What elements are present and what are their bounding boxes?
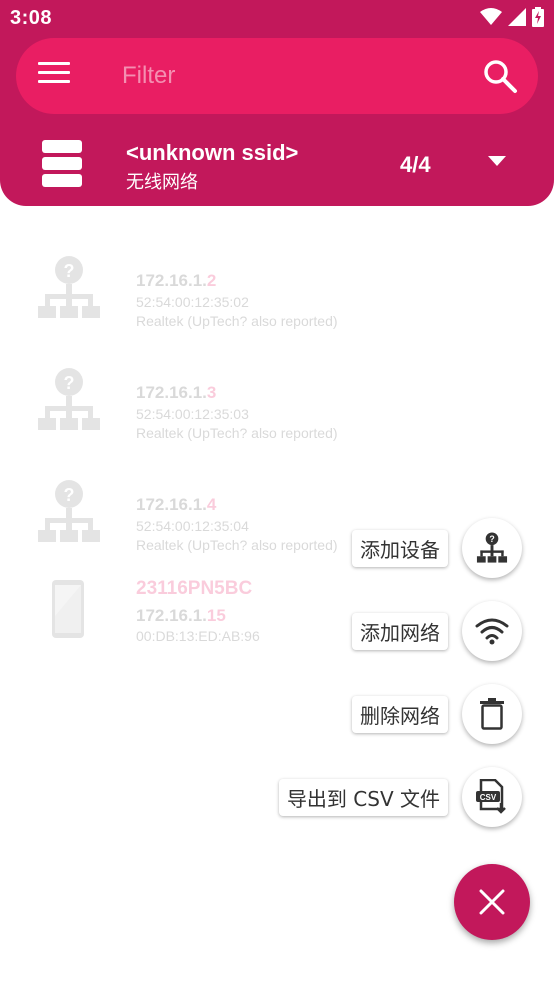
device-mac: 52:54:00:12:35:04 — [136, 518, 249, 534]
close-icon — [479, 889, 505, 915]
csv-file-icon: CSV — [476, 779, 506, 814]
network-count: 4/4 — [400, 152, 431, 177]
device-mac: 52:54:00:12:35:02 — [136, 294, 249, 310]
svg-text:?: ? — [489, 534, 494, 544]
device-mac: 52:54:00:12:35:03 — [136, 406, 249, 422]
status-time: 3:08 — [10, 7, 53, 29]
device-ip: 172.16.1.4 — [136, 495, 217, 514]
device-vendor: Realtek (UpTech? also reported) — [136, 425, 338, 441]
svg-text:?: ? — [64, 485, 75, 505]
status-bar: 3:08 — [0, 0, 554, 38]
status-icons — [480, 7, 544, 27]
device-mac: 00:DB:13:ED:AB:96 — [136, 628, 260, 644]
delete-network-label[interactable]: 删除网络 — [352, 695, 448, 733]
add-network-label[interactable]: 添加网络 — [352, 612, 448, 650]
device-ip: 172.16.1.2 — [136, 271, 217, 290]
network-type: 无线网络 — [126, 172, 198, 192]
device-hostname: 23116PN5BC — [136, 578, 253, 599]
menu-icon[interactable] — [38, 62, 70, 90]
delete-network-button[interactable] — [462, 684, 522, 744]
wifi-signal-icon — [480, 8, 502, 25]
device-ip: 172.16.1.15 — [136, 606, 226, 625]
svg-text:CSV: CSV — [480, 793, 497, 802]
device-row[interactable]: ? 172.16.1.2 52:54:00:12:35:02 Realtek (… — [0, 240, 554, 352]
network-ssid: <unknown ssid> — [126, 140, 299, 165]
search-icon[interactable] — [482, 58, 518, 94]
network-device-icon: ? — [476, 532, 508, 563]
filter-input[interactable] — [122, 56, 442, 96]
export-csv-action: 导出到 CSV 文件 CSV — [278, 767, 522, 827]
trash-icon — [480, 698, 504, 730]
delete-network-action: 删除网络 — [352, 684, 522, 744]
unknown-network-device-icon: ? — [38, 368, 100, 430]
add-network-button[interactable] — [462, 601, 522, 661]
app-header: 3:08 <unknown ssid> — [0, 0, 554, 206]
device-row[interactable]: ? 172.16.1.3 52:54:00:12:35:03 Realtek (… — [0, 352, 554, 464]
dropdown-arrow-icon[interactable] — [488, 156, 506, 166]
export-csv-button[interactable]: CSV — [462, 767, 522, 827]
server-icon — [42, 140, 82, 187]
unknown-network-device-icon: ? — [38, 480, 100, 542]
battery-charging-icon — [532, 7, 544, 27]
unknown-network-device-icon: ? — [38, 256, 100, 318]
phone-icon — [52, 580, 84, 638]
network-selector[interactable]: <unknown ssid> 无线网络 4/4 — [0, 130, 554, 200]
svg-text:?: ? — [64, 261, 75, 281]
add-device-action: 添加设备 ? — [352, 518, 522, 578]
svg-text:?: ? — [64, 373, 75, 393]
search-bar — [16, 38, 538, 114]
device-vendor: Realtek (UpTech? also reported) — [136, 313, 338, 329]
device-ip: 172.16.1.3 — [136, 383, 217, 402]
add-network-action: 添加网络 — [352, 601, 522, 661]
cell-signal-icon — [508, 8, 526, 26]
export-csv-label[interactable]: 导出到 CSV 文件 — [278, 778, 448, 816]
add-device-label[interactable]: 添加设备 — [352, 529, 448, 567]
close-menu-button[interactable] — [454, 864, 530, 940]
wifi-icon — [475, 618, 509, 645]
add-device-button[interactable]: ? — [462, 518, 522, 578]
device-vendor: Realtek (UpTech? also reported) — [136, 537, 338, 553]
